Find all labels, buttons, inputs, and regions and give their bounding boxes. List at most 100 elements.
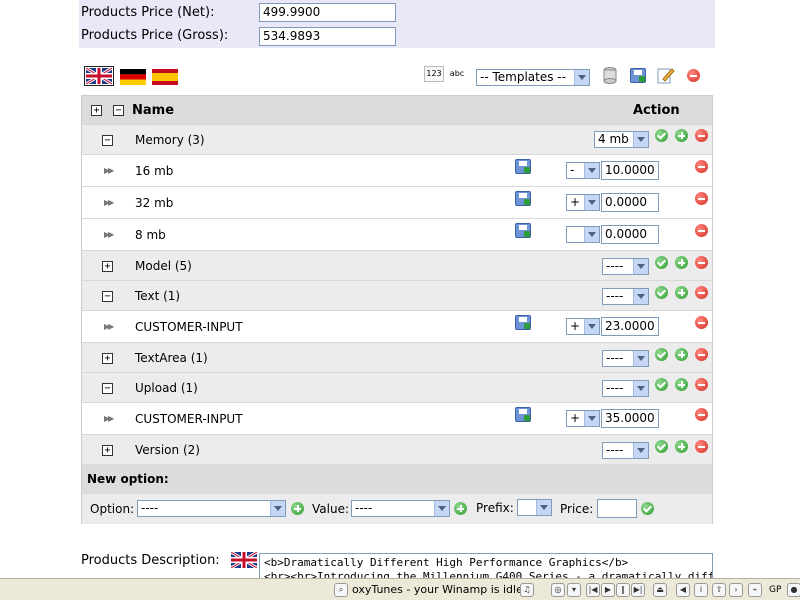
templates-select[interactable]: -- Templates --: [476, 69, 590, 86]
price-label: Price:: [560, 502, 594, 516]
prev-button-icon[interactable]: ◀: [676, 583, 690, 597]
remove-icon[interactable]: [695, 160, 708, 173]
confirm-icon[interactable]: [641, 502, 654, 515]
save-value-icon[interactable]: [515, 223, 531, 238]
previous-icon[interactable]: |◀: [586, 583, 600, 597]
new-option-form: Option: ---- Value: ---- Prefix: Price:: [82, 494, 712, 524]
group-value-select[interactable]: ----: [602, 380, 649, 397]
next-icon[interactable]: ▶|: [631, 583, 645, 597]
music-icon[interactable]: ♫: [520, 583, 534, 597]
group-value-select[interactable]: ----: [602, 288, 649, 305]
check-icon[interactable]: [655, 348, 668, 361]
network-icon[interactable]: ⌁: [748, 583, 762, 597]
add-icon[interactable]: [675, 378, 688, 391]
remove-icon[interactable]: [695, 224, 708, 237]
add-icon[interactable]: [675, 348, 688, 361]
collapse-icon[interactable]: −: [102, 135, 113, 146]
open-icon[interactable]: ⏏: [653, 583, 667, 597]
price-input[interactable]: 35.0000: [601, 409, 659, 428]
search-icon[interactable]: ⌕: [334, 583, 348, 597]
price-input[interactable]: 0.0000: [601, 193, 659, 212]
prefix-select[interactable]: +: [566, 410, 600, 427]
price-input[interactable]: 10.0000: [601, 161, 659, 180]
remove-icon[interactable]: [695, 378, 708, 391]
play-icon[interactable]: ▶: [601, 583, 615, 597]
tray-gp-label[interactable]: GP: [769, 582, 781, 598]
add-value-icon[interactable]: [454, 502, 467, 515]
new-prefix-select[interactable]: [517, 499, 552, 516]
group-value-select[interactable]: 4 mb: [594, 131, 649, 148]
edit-icon[interactable]: [657, 67, 675, 84]
option-group-row: − Upload (1) ----: [82, 373, 712, 403]
check-icon[interactable]: [655, 286, 668, 299]
chevron-down-icon: [574, 70, 589, 85]
save-value-icon[interactable]: [515, 191, 531, 206]
upload-icon[interactable]: ⇧: [712, 583, 726, 597]
save-icon[interactable]: [630, 68, 646, 83]
check-icon[interactable]: [655, 129, 668, 142]
save-value-icon[interactable]: [515, 315, 531, 330]
save-value-icon[interactable]: [515, 159, 531, 174]
remove-icon[interactable]: [695, 440, 708, 453]
format-numeric-button[interactable]: 123: [424, 66, 444, 82]
check-icon[interactable]: [655, 378, 668, 391]
prefix-select[interactable]: [566, 226, 600, 243]
info-icon[interactable]: i: [694, 583, 708, 597]
check-icon[interactable]: [655, 440, 668, 453]
expand-icon[interactable]: +: [102, 445, 113, 456]
german-flag-icon[interactable]: [120, 69, 146, 85]
more-icon[interactable]: ›: [729, 583, 743, 597]
delete-icon[interactable]: [687, 69, 700, 82]
group-value-select[interactable]: ----: [602, 350, 649, 367]
group-value-select[interactable]: ----: [602, 442, 649, 459]
new-price-input[interactable]: [597, 499, 637, 518]
remove-icon[interactable]: [695, 408, 708, 421]
remove-icon[interactable]: [695, 192, 708, 205]
new-option-select[interactable]: ----: [137, 500, 286, 517]
select-value: ----: [606, 351, 624, 365]
group-value-select[interactable]: ----: [602, 258, 649, 275]
expand-icon[interactable]: +: [102, 261, 113, 272]
flag-english-button[interactable]: [84, 66, 114, 86]
expand-icon[interactable]: +: [102, 353, 113, 364]
collapse-icon[interactable]: −: [102, 291, 113, 302]
add-option-icon[interactable]: [291, 502, 304, 515]
chevron-down-icon: [536, 500, 551, 515]
add-icon[interactable]: [675, 256, 688, 269]
add-icon[interactable]: [675, 440, 688, 453]
winamp-icon[interactable]: ◎: [551, 583, 565, 597]
net-price-input[interactable]: 499.9900: [259, 3, 396, 22]
save-value-icon[interactable]: [515, 407, 531, 422]
format-text-button[interactable]: abc: [447, 66, 467, 82]
option-group-row: − Text (1) ----: [82, 281, 712, 311]
add-icon[interactable]: [675, 129, 688, 142]
price-input[interactable]: 23.0000: [601, 317, 659, 336]
price-input[interactable]: 0.0000: [601, 225, 659, 244]
database-icon[interactable]: [603, 67, 617, 84]
select-value: ----: [606, 289, 624, 303]
expand-all-icon[interactable]: +: [91, 105, 102, 116]
remove-icon[interactable]: [695, 316, 708, 329]
gross-price-input[interactable]: 534.9893: [259, 27, 396, 46]
collapse-all-icon[interactable]: −: [113, 105, 124, 116]
collapse-icon[interactable]: −: [102, 383, 113, 394]
remove-icon[interactable]: [695, 348, 708, 361]
option-value-row: ▶▶ 32 mb + 0.0000: [82, 187, 712, 219]
gross-price-label: Products Price (Gross):: [81, 28, 229, 43]
check-icon[interactable]: [655, 256, 668, 269]
chevron-down-icon[interactable]: ▾: [567, 583, 581, 597]
remove-icon[interactable]: [695, 286, 708, 299]
option-group-label: Model (5): [135, 259, 192, 273]
firefox-icon[interactable]: ●: [787, 583, 800, 597]
new-value-select[interactable]: ----: [351, 500, 450, 517]
remove-icon[interactable]: [695, 129, 708, 142]
prefix-select[interactable]: +: [566, 194, 600, 211]
prefix-select[interactable]: +: [566, 318, 600, 335]
select-value: ----: [606, 381, 624, 395]
remove-icon[interactable]: [695, 256, 708, 269]
option-group-row: + Version (2) ----: [82, 435, 712, 465]
pause-icon[interactable]: ‖: [616, 583, 630, 597]
spanish-flag-icon[interactable]: [152, 69, 178, 85]
prefix-select[interactable]: -: [566, 162, 600, 179]
add-icon[interactable]: [675, 286, 688, 299]
